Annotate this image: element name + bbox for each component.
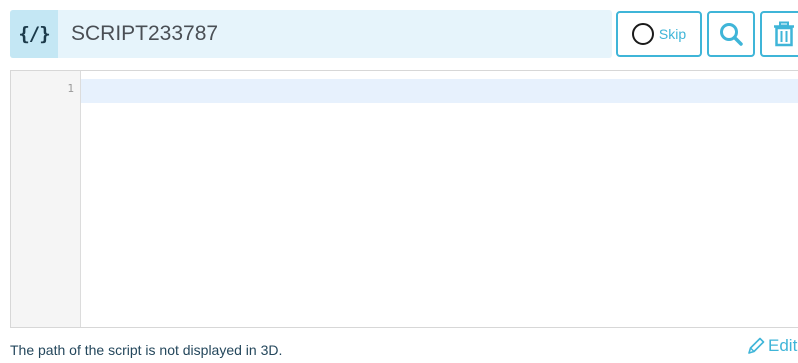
script-header: {/} SCRIPT233787: [10, 10, 612, 58]
active-line-highlight: [81, 79, 798, 103]
edit-button[interactable]: Edit: [746, 336, 797, 356]
search-icon: [720, 23, 743, 46]
code-brackets-icon: {/}: [10, 10, 58, 58]
line-number: 1: [67, 82, 74, 95]
search-button[interactable]: [707, 11, 755, 57]
script-panel: {/} SCRIPT233787 Skip 1 The path of the …: [0, 0, 798, 363]
code-editor[interactable]: 1: [10, 70, 798, 328]
script-title[interactable]: SCRIPT233787: [71, 22, 218, 46]
delete-button[interactable]: [760, 11, 798, 57]
script-path-note: The path of the script is not displayed …: [10, 342, 283, 358]
skip-button-label: Skip: [658, 26, 687, 42]
trash-icon: [774, 21, 794, 47]
pencil-icon: [748, 337, 765, 354]
line-number-gutter: 1: [11, 71, 81, 327]
skip-button[interactable]: Skip: [616, 11, 702, 57]
edit-button-label: Edit: [768, 336, 798, 355]
circle-icon: [631, 23, 654, 45]
